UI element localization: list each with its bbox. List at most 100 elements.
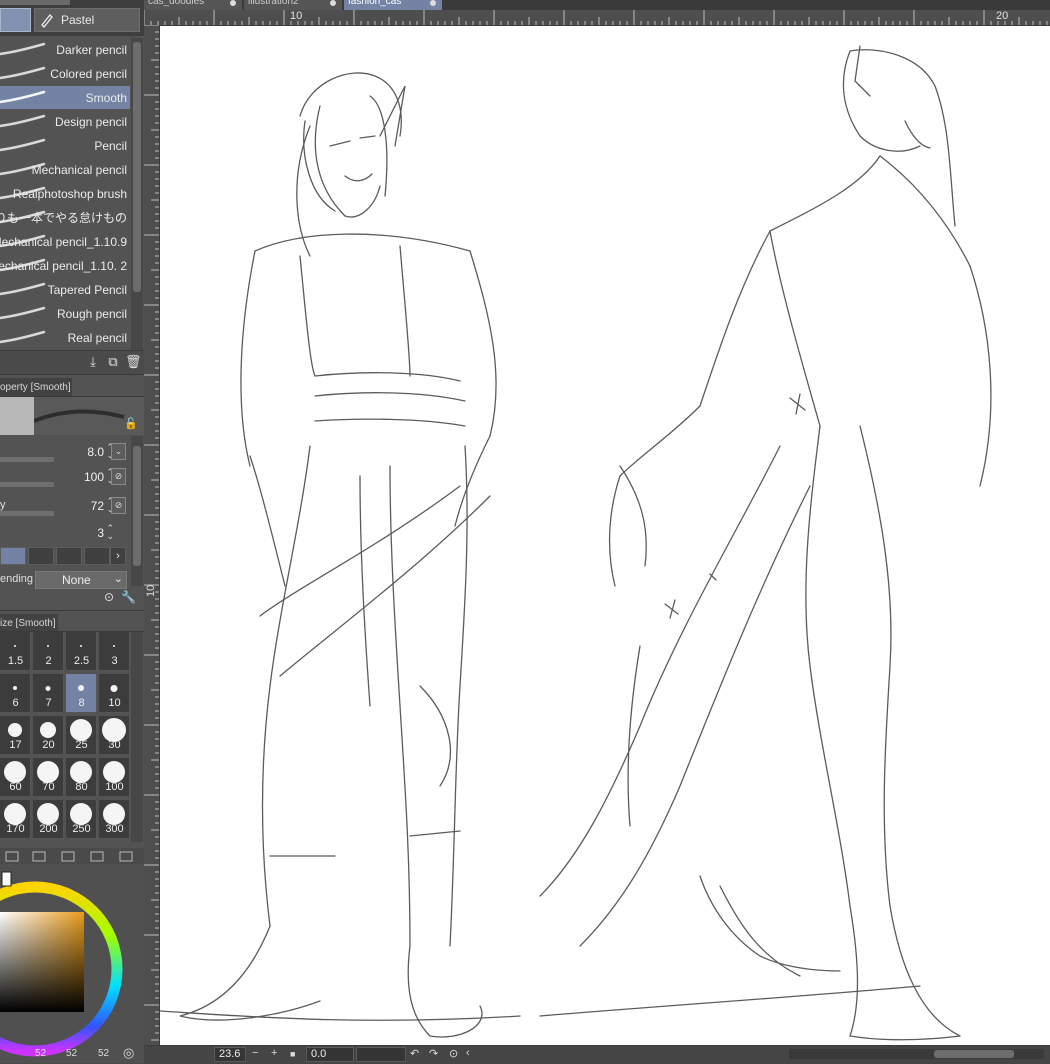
file-tab[interactable]: cas_doodles <box>144 0 242 10</box>
swatch-next-button[interactable]: › <box>110 547 126 565</box>
property-toggle-button[interactable]: ⌄ <box>111 443 126 460</box>
brush-size-cell[interactable]: 7 <box>33 674 64 713</box>
brush-size-cell[interactable]: 10 <box>99 674 130 713</box>
file-tab-active[interactable]: fashion_cas <box>344 0 442 10</box>
brush-size-label: 300 <box>105 823 124 835</box>
chevron-left-icon[interactable]: ‹ <box>466 1047 470 1059</box>
rotation-field[interactable]: 0.0 <box>306 1047 354 1062</box>
swatch[interactable] <box>84 547 110 565</box>
lock-icon[interactable]: 🔓 <box>124 417 138 430</box>
tab-close-icon[interactable] <box>330 0 336 6</box>
wrench-icon[interactable]: 🔧 <box>121 590 136 604</box>
brush-size-cell[interactable]: 60 <box>0 758 31 797</box>
brush-size-cell[interactable]: 100 <box>99 758 130 797</box>
brush-list: Darker pencil Colored pencil Smooth Design … <box>0 38 130 350</box>
trash-icon[interactable]: 🗑 <box>125 355 142 369</box>
brush-size-label: 60 <box>9 781 22 793</box>
drawing-canvas[interactable] <box>160 26 1050 1045</box>
blending-select[interactable]: None ⌄ <box>35 571 127 589</box>
tool-property-actions: ⊙ 🔧 <box>104 590 136 604</box>
tab-close-icon[interactable] <box>430 0 436 6</box>
brush-size-cell[interactable]: 17 <box>0 716 31 755</box>
rotation-slider[interactable] <box>356 1047 406 1062</box>
download-icon[interactable]: ⤓ <box>86 355 100 369</box>
brush-item[interactable]: Smooth <box>0 86 130 109</box>
spinner-icon[interactable]: ⌃⌄ <box>106 524 114 541</box>
brush-item[interactable]: Design pencil <box>0 110 130 133</box>
brush-size-dot <box>70 803 92 825</box>
color-mode-icon[interactable]: ◎ <box>123 1045 134 1061</box>
rotate-left-icon[interactable]: ↶ <box>410 1047 419 1060</box>
property-value[interactable]: 100 <box>84 470 104 484</box>
rotate-right-icon[interactable]: ↷ <box>429 1047 438 1060</box>
panel-title-strip <box>0 0 70 5</box>
saturation-value: 52 <box>66 1048 78 1059</box>
brush-item-label: Design pencil <box>54 114 127 129</box>
swatch[interactable] <box>56 547 82 565</box>
zoom-field[interactable]: 23.6 <box>214 1047 246 1062</box>
brush-size-cell[interactable]: 250 <box>66 800 97 839</box>
property-slider[interactable] <box>0 482 54 487</box>
brush-item[interactable]: Tapered Pencil <box>0 278 130 301</box>
brush-size-cell[interactable]: 200 <box>33 800 64 839</box>
brush-size-scrollbar[interactable] <box>131 632 143 842</box>
brush-size-cell[interactable]: 30 <box>99 716 130 755</box>
brush-item[interactable]: Rough pencil <box>0 302 130 325</box>
zoom-in-icon[interactable]: + <box>271 1047 277 1059</box>
property-slider[interactable] <box>0 511 54 516</box>
tool-property-scrollbar[interactable] <box>131 436 143 586</box>
zoom-fit-icon[interactable]: ■ <box>290 1049 295 1059</box>
brush-item[interactable]: Real pencil <box>0 326 130 349</box>
property-value[interactable]: 3 <box>97 526 104 540</box>
saturation-value-square[interactable] <box>0 912 84 1012</box>
property-toggle-button[interactable]: ⊘ <box>111 468 126 485</box>
property-toggle-button[interactable]: ⊘ <box>111 497 126 514</box>
scroll-thumb[interactable] <box>133 446 141 566</box>
swatch[interactable] <box>28 547 54 565</box>
brush-size-cell[interactable]: 3 <box>99 632 130 671</box>
brush-size-cell[interactable]: 8 <box>66 674 97 713</box>
brush-size-cell[interactable]: 25 <box>66 716 97 755</box>
property-slider[interactable] <box>0 457 54 462</box>
brush-size-cell[interactable]: 1.5 <box>0 632 31 671</box>
horizontal-scrollbar[interactable] <box>789 1049 1044 1059</box>
tab-close-icon[interactable] <box>230 0 236 6</box>
tool-property-tab[interactable]: operty [Smooth] <box>0 378 72 396</box>
brush-size-cell[interactable]: 300 <box>99 800 130 839</box>
scroll-thumb[interactable] <box>133 42 141 292</box>
brush-item[interactable]: Colored pencil <box>0 62 130 85</box>
brush-size-tab[interactable]: ize [Smooth] <box>0 614 58 632</box>
brush-size-cell[interactable]: 80 <box>66 758 97 797</box>
file-tab[interactable]: illustration2 <box>244 0 342 10</box>
brush-item[interactable]: Pencil <box>0 134 130 157</box>
brush-item[interactable]: Mechanical pencil_1.10.9 <box>0 230 130 253</box>
scroll-thumb[interactable] <box>934 1050 1014 1058</box>
property-value[interactable]: 72 <box>91 499 104 513</box>
brush-size-cell[interactable]: 70 <box>33 758 64 797</box>
brush-item[interactable]: 下塗りも一本でやる怠けもの <box>0 206 130 229</box>
duplicate-icon[interactable]: ⧉ <box>106 355 120 369</box>
brush-size-cell[interactable]: 20 <box>33 716 64 755</box>
tool-property-title: operty [Smooth] <box>0 381 71 393</box>
reset-rotation-icon[interactable]: ⊙ <box>449 1047 458 1060</box>
zoom-out-icon[interactable]: − <box>252 1047 258 1059</box>
brush-stroke-icon <box>0 282 46 296</box>
brush-item[interactable]: Mechanical pencil <box>0 158 130 181</box>
brush-size-label: 10 <box>108 697 121 709</box>
settings-dial-icon[interactable]: ⊙ <box>104 590 114 604</box>
brush-size-cell[interactable]: 2 <box>33 632 64 671</box>
brush-item[interactable]: Mechanical pencil_1.10. 2 <box>0 254 130 277</box>
brush-size-cell[interactable]: 2.5 <box>66 632 97 671</box>
brush-list-scrollbar[interactable] <box>131 38 143 350</box>
swatch[interactable] <box>0 547 26 565</box>
property-value[interactable]: 8.0 <box>87 445 104 459</box>
hsv-readout: 52 52 52 ◎ <box>0 1045 144 1063</box>
brush-item[interactable]: Darker pencil <box>0 38 130 61</box>
brush-size-cell[interactable]: 170 <box>0 800 31 839</box>
sub-tool-tab-pencil[interactable] <box>0 8 31 32</box>
brush-item-label: Mechanical pencil <box>31 162 127 177</box>
brush-item[interactable]: Realphotoshop brush <box>0 182 130 205</box>
sub-tool-tab-pastel[interactable]: Pastel <box>34 8 140 32</box>
brush-size-cell[interactable]: 6 <box>0 674 31 713</box>
brush-item-label: Colored pencil <box>50 66 127 81</box>
